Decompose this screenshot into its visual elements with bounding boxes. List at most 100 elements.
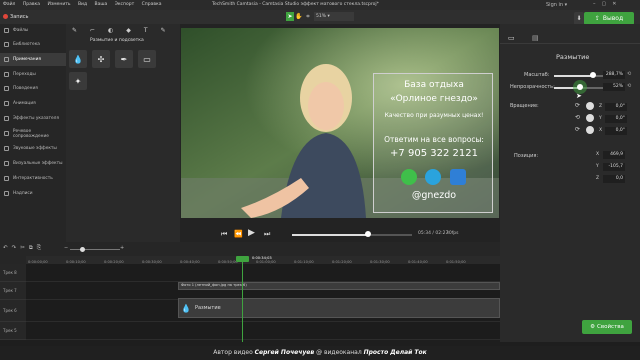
rotate-y-dial[interactable] (586, 114, 594, 122)
position-y-axis-label: Y (596, 164, 599, 169)
playhead-handle[interactable] (236, 256, 249, 262)
effects-panel-title: Размытие и подсветка (90, 38, 144, 43)
rotate-z-icon: ⟳ (575, 102, 581, 109)
rotation-z-value[interactable]: 0,0° (605, 103, 627, 111)
track-label-6[interactable]: Трек 6 (0, 300, 26, 322)
opacity-value[interactable]: 52% (603, 83, 625, 91)
behaviors-icon (4, 86, 9, 91)
audio-effects-icon (4, 146, 9, 151)
timeline-zoom-slider[interactable] (70, 249, 120, 250)
voice-icon (4, 131, 9, 136)
video-caption: Автор видео Сергей Почечуев @ видеоканал… (0, 346, 640, 360)
rotation-label: Вращение: (510, 103, 539, 109)
highlight-icon[interactable]: ✦ (69, 72, 87, 90)
properties-button[interactable]: ⚙ Свойства (582, 320, 632, 334)
timeline-zoom-handle[interactable] (80, 247, 85, 252)
menu-export[interactable]: Экспорт (115, 2, 135, 7)
reset-opacity-icon[interactable]: ⟲ (627, 83, 631, 89)
timeline-clip-image[interactable]: Фото 1 (летний_фон.jpg на трек 6) (178, 282, 500, 290)
position-y-value[interactable]: -105,7 (603, 163, 625, 171)
menu-view[interactable]: Вид (78, 2, 87, 7)
track-label-8[interactable]: Трек 8 (0, 264, 26, 282)
pixelate-icon[interactable]: ✣ (92, 50, 110, 68)
timeline-clip-blur[interactable]: 💧 Размытие (178, 298, 500, 318)
rotate-y-icon: ⟲ (575, 114, 581, 121)
rotate-x-icon: ⟳ (575, 126, 581, 133)
card-tagline: Качество при разумных ценах! (384, 112, 484, 119)
menu-help[interactable]: Справка (142, 2, 162, 7)
rotation-x-value[interactable]: 0,0° (605, 127, 627, 135)
card-question: Ответим на все вопросы: (384, 135, 484, 144)
opacity-slider-handle[interactable] (577, 84, 583, 90)
sidebar-item-files[interactable]: Файлы (0, 24, 66, 37)
record-icon (3, 14, 8, 19)
window-controls[interactable]: –▢✕ (593, 1, 622, 7)
rotate-x-dial[interactable] (586, 126, 594, 134)
spotlight-icon[interactable]: ▭ (138, 50, 156, 68)
menu-share[interactable]: Ваша (95, 2, 108, 7)
next-frame-icon[interactable]: ⏭ (264, 230, 270, 239)
scale-value[interactable]: 288,7% (603, 71, 625, 79)
tools-sidebar: Файлы Библиотека Примечания Переходы Пов… (0, 24, 66, 242)
rotate-z-dial[interactable] (586, 102, 594, 110)
rotation-y-value[interactable]: 0,0° (605, 115, 627, 123)
track-row-5[interactable] (26, 322, 500, 340)
sidebar-item-interactivity[interactable]: Интерактивность (0, 172, 66, 185)
glass-card[interactable]: База отдыха «Орлиное гнездо» Качество пр… (373, 73, 493, 213)
sidebar-item-cursor-effects[interactable]: Эффекты указателя (0, 112, 66, 125)
cursor-effects-icon (4, 116, 9, 121)
sidebar-item-voice[interactable]: Речевое сопровождение (0, 127, 66, 140)
menu-modify[interactable]: Изменить (47, 2, 70, 7)
sidebar-item-library[interactable]: Библиотека (0, 38, 66, 51)
step-back-icon[interactable]: ⏪ (234, 230, 243, 238)
blur-drop-icon[interactable]: 💧 (69, 50, 87, 68)
properties-title: Размытие (556, 53, 590, 61)
record-button[interactable]: Запись (3, 11, 43, 22)
sidebar-item-visual-effects[interactable]: Визуальные эффекты (0, 157, 66, 170)
tab-annotation-icon[interactable]: ▤ (532, 34, 539, 42)
reset-scale-icon[interactable]: ⟲ (627, 71, 631, 77)
zoom-select[interactable]: 51% ▾ (314, 12, 354, 21)
scale-slider-handle[interactable] (590, 72, 596, 78)
timeline-edit-icons[interactable]: ↶↷✂⧉⎘ (3, 245, 45, 252)
sidebar-item-audio-effects[interactable]: Звуковые эффекты (0, 142, 66, 155)
sidebar-item-annotations[interactable]: Примечания (0, 53, 66, 66)
track-label-7[interactable]: Трек 7 (0, 282, 26, 300)
scale-label: Масштаб: (524, 72, 550, 78)
telegram-icon (425, 169, 441, 185)
position-label: Позиция: (514, 153, 539, 159)
menu-edit[interactable]: Правка (23, 2, 40, 7)
select-tool-icon[interactable]: ➤ (286, 12, 294, 21)
track-label-5[interactable]: Трек 5 (0, 322, 26, 340)
title-bar: Файл Правка Изменить Вид Ваша Экспорт Сп… (0, 0, 640, 10)
sidebar-item-behaviors[interactable]: Поведения (0, 82, 66, 95)
sidebar-item-transitions[interactable]: Переходы (0, 68, 66, 81)
fps-display: 30fps (446, 231, 459, 236)
export-icon: ⇪ (594, 15, 600, 22)
annotation-type-tabs[interactable]: ✎⌐◐◆T✎ (72, 27, 179, 34)
timeline-toolbar: ↶↷✂⧉⎘ − + (0, 242, 500, 256)
scrub-handle[interactable] (364, 231, 371, 237)
crop-tool-icon[interactable]: ⌗ (304, 12, 312, 21)
sidebar-item-animation[interactable]: Анимация (0, 97, 66, 110)
visual-effects-icon (4, 161, 9, 166)
signin-link[interactable]: Sign in ▾ (546, 2, 567, 8)
sidebar-item-captions[interactable]: Надписи (0, 187, 66, 200)
captions-icon (4, 191, 9, 196)
track-row-8[interactable] (26, 264, 500, 282)
playhead[interactable] (242, 256, 243, 342)
library-icon (4, 42, 9, 47)
animation-icon (4, 101, 9, 106)
previous-frame-icon[interactable]: ⏮ (221, 230, 227, 239)
hand-tool-icon[interactable]: ✋ (295, 12, 303, 21)
position-x-value[interactable]: 469,9 (603, 151, 625, 159)
zoom-in-icon[interactable]: + (120, 245, 124, 251)
tab-visual-icon[interactable]: ▭ (508, 34, 515, 42)
menu-file[interactable]: Файл (3, 2, 15, 7)
transitions-icon (4, 72, 9, 77)
pen-icon[interactable]: ✒ (115, 50, 133, 68)
position-z-value[interactable]: 0,0 (603, 175, 625, 183)
zoom-out-icon[interactable]: − (64, 245, 68, 251)
play-icon[interactable]: ▶ (248, 228, 255, 238)
blur-drop-icon: 💧 (181, 303, 191, 313)
